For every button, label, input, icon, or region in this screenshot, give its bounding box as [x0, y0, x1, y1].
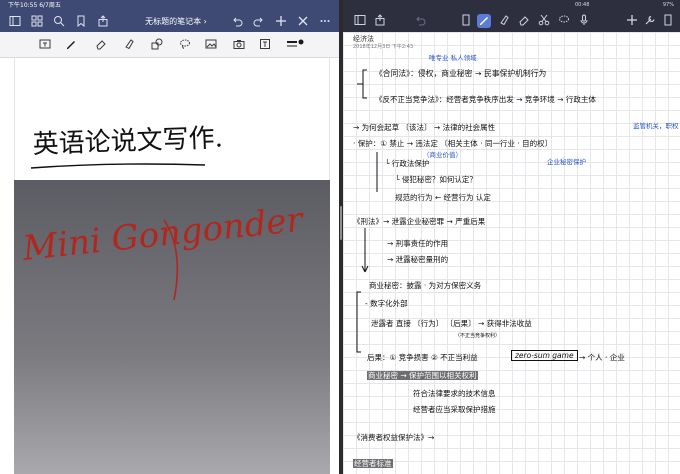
undo-icon[interactable] [230, 15, 244, 29]
grid-icon[interactable] [30, 15, 44, 29]
notebook-title[interactable]: 无标题的笔记本 › [116, 16, 236, 27]
right-app-pane: 00:48 97% 经济法 2018年12月3日 下午2:43 唯专业 私人领域… [343, 0, 680, 474]
eraser-icon[interactable] [94, 38, 108, 52]
red-signature: Mini Gongonder [20, 200, 306, 301]
note-line: → 为何会起草 〔该法〕 → 法律的社会属性 [353, 123, 496, 132]
status-bar: 00:48 97% [343, 0, 680, 10]
status-time: 00:48 [575, 2, 590, 8]
close-icon[interactable] [296, 15, 310, 29]
note-line: （不正当竞争权利） [455, 333, 501, 339]
share-icon[interactable] [373, 14, 387, 28]
divider-grip[interactable] [340, 206, 342, 240]
undo-icon[interactable] [413, 14, 427, 28]
goodnotes-toolbar [343, 10, 680, 32]
highlighted-term: 商业秘密 → 保护范围以相关权利 [367, 371, 478, 380]
note-line: └ 行政法保护 [385, 159, 430, 168]
dimmed-page-area: Mini Gongonder [14, 180, 330, 474]
note-line: → 泄露秘密量刑的 [387, 255, 449, 264]
drawing-toolbar [0, 32, 340, 58]
page-icon[interactable] [661, 14, 675, 28]
note-line: → 刑事责任的作用 [387, 239, 449, 248]
highlighted-term: 经营者标准 [353, 459, 393, 468]
scissors-icon[interactable] [537, 14, 551, 28]
redo-icon[interactable] [252, 15, 266, 29]
note-line: 《消费者权益保护法》→ [353, 433, 435, 442]
status-time: 下午10:55 6/7周五 [8, 2, 61, 9]
more-icon[interactable] [318, 15, 332, 29]
add-icon[interactable] [625, 14, 639, 28]
image-icon[interactable] [204, 38, 218, 52]
lasso-icon[interactable] [178, 38, 192, 52]
svg-text:英语论说文写作.: 英语论说文写作. [32, 123, 223, 160]
note-line: · 保护：① 禁止 → 违法定 〔相关主体 · 同一行业 · 目的权〕 [353, 139, 553, 148]
note-line: 规范的行为 ← 经营行为 认定 [395, 193, 491, 202]
note-line: - 数字化外部 [365, 299, 408, 308]
note-line: 《合同法》：侵权，商业秘密 → 民事保护机制行为 [375, 69, 547, 78]
status-bar: 下午10:55 6/7周五 [0, 0, 340, 12]
battery-level: 97% [662, 2, 674, 8]
text-box-icon[interactable] [38, 38, 52, 52]
sidebar-icon[interactable] [8, 15, 22, 29]
note-line: 后果：① 竞争损害 ② 不正当利益 [367, 353, 478, 362]
shape-icon[interactable] [150, 38, 164, 52]
notebook-navbar: 无标题的笔记本 › [0, 12, 340, 32]
camera-icon[interactable] [232, 38, 246, 52]
note-line: 符合法律要求的技术信息 [413, 389, 496, 398]
svg-text:Mini Gongonder: Mini Gongonder [20, 200, 306, 269]
note-line: 唯专业 私人领域 [429, 54, 477, 62]
note-line: 监管机关，职权 [633, 122, 679, 130]
bookmark-icon[interactable] [74, 15, 88, 29]
note-date: 2018年12月3日 下午2:43 [353, 44, 414, 50]
highlighter-icon[interactable] [122, 38, 136, 52]
note-line: 经营者应当采取保护措施 [413, 405, 496, 414]
add-icon[interactable] [274, 15, 288, 29]
share-icon[interactable] [96, 15, 110, 29]
left-app-pane: 下午10:55 6/7周五 无标题的笔记本 › 英语论说文写作. Mini Go… [0, 0, 340, 474]
note-line: 企业秘密保护 [547, 158, 586, 166]
note-line: 《刑法》→ 泄露企业秘密罪 → 严重后果 [353, 217, 486, 226]
pen-icon[interactable] [477, 14, 491, 28]
note-line: 泄露者 直接 〔行为〕 〔后果〕 → 获得非法收益 [371, 319, 532, 328]
note-boxed-term: zero-sum game [511, 350, 578, 361]
eraser-icon[interactable] [517, 14, 531, 28]
mic-icon[interactable] [577, 14, 591, 28]
pen-size-icon[interactable] [286, 38, 304, 52]
lasso-icon[interactable] [557, 14, 571, 28]
doc-icon[interactable] [459, 14, 473, 28]
note-line: 经营者标准 [353, 458, 393, 469]
note-line: → 个人 · 企业 [579, 353, 625, 362]
note-line: 商业秘密：披露 · 为对方保密义务 [369, 281, 482, 290]
note-line: 《反不正当竞争法》：经营者竞争秩序出发 → 竞争环境 → 行政主体 [375, 95, 596, 104]
note-line: 商业秘密 → 保护范围以相关权利 [367, 370, 478, 381]
note-line: └ 侵犯秘密？如何认定？ [395, 175, 477, 184]
settings-icon[interactable] [643, 14, 657, 28]
split-view: 下午10:55 6/7周五 无标题的笔记本 › 英语论说文写作. Mini Go… [0, 0, 680, 474]
notebooks-icon[interactable] [353, 14, 367, 28]
search-icon[interactable] [52, 15, 66, 29]
highlighter-icon[interactable] [497, 14, 511, 28]
pen-icon[interactable] [64, 38, 78, 52]
textbox-icon[interactable] [258, 38, 272, 52]
